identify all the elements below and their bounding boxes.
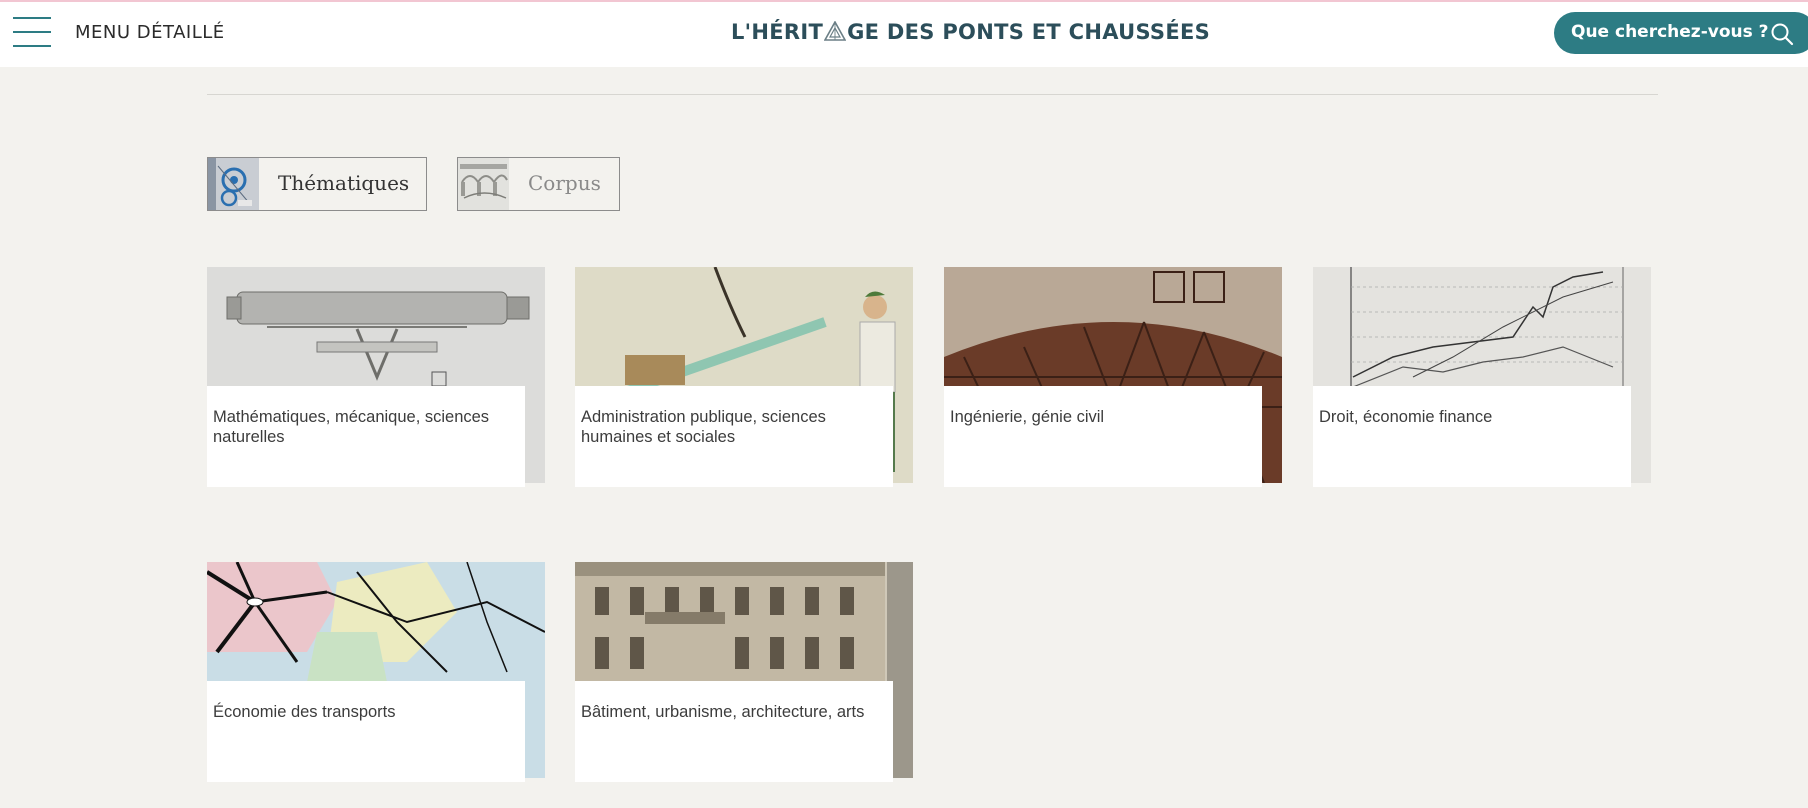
card-administration-label: Administration publique, sciences humain… [581,408,826,446]
site-title-part2: GE DES PONTS ET CHAUSSÉES [847,20,1211,44]
triangle-logo-icon [824,21,847,41]
search-button[interactable]: Que cherchez-vous ? [1554,12,1808,54]
search-icon [1771,23,1794,46]
card-droit-label: Droit, économie finance [1319,408,1493,426]
card-mathematiques-caption: Mathématiques, mécanique, sciences natur… [207,386,525,487]
card-ingenierie[interactable]: Ingénierie, génie civil [944,267,1282,487]
hamburger-menu-icon[interactable] [13,16,51,48]
tab-thematiques[interactable]: Thématiques [207,157,427,211]
card-administration[interactable]: Administration publique, sciences humain… [575,267,913,487]
card-droit[interactable]: Droit, économie finance [1313,267,1651,487]
bridge-thumbnail [458,158,509,210]
card-economie-transports-label: Économie des transports [213,703,396,721]
search-label: Que cherchez-vous ? [1571,22,1769,42]
card-economie-transports-caption: Économie des transports [207,681,525,782]
card-batiment-caption: Bâtiment, urbanisme, architecture, arts [575,681,893,782]
card-mathematiques-label: Mathématiques, mécanique, sciences natur… [213,408,490,446]
card-batiment-label: Bâtiment, urbanisme, architecture, arts [581,703,865,721]
card-droit-caption: Droit, économie finance [1313,386,1631,487]
tab-thematiques-label: Thématiques [278,171,410,195]
card-batiment[interactable]: Bâtiment, urbanisme, architecture, arts [575,562,913,782]
tab-corpus[interactable]: Corpus [457,157,620,211]
section-divider [207,94,1658,95]
card-administration-caption: Administration publique, sciences humain… [575,386,893,487]
menu-detail-link[interactable]: MENU DÉTAILLÉ [75,22,225,43]
gears-thumbnail [208,158,259,210]
card-mathematiques[interactable]: Mathématiques, mécanique, sciences natur… [207,267,545,487]
site-title-part1: L'HÉRIT [731,20,824,44]
tab-corpus-label: Corpus [528,171,601,195]
card-ingenierie-caption: Ingénierie, génie civil [944,386,1262,487]
site-title[interactable]: L'HÉRIT GE DES PONTS ET CHAUSSÉES [731,20,1210,44]
card-economie-transports[interactable]: Économie des transports [207,562,545,782]
site-header: MENU DÉTAILLÉ L'HÉRIT GE DES PONTS ET CH… [0,2,1808,67]
card-ingenierie-label: Ingénierie, génie civil [950,408,1105,426]
